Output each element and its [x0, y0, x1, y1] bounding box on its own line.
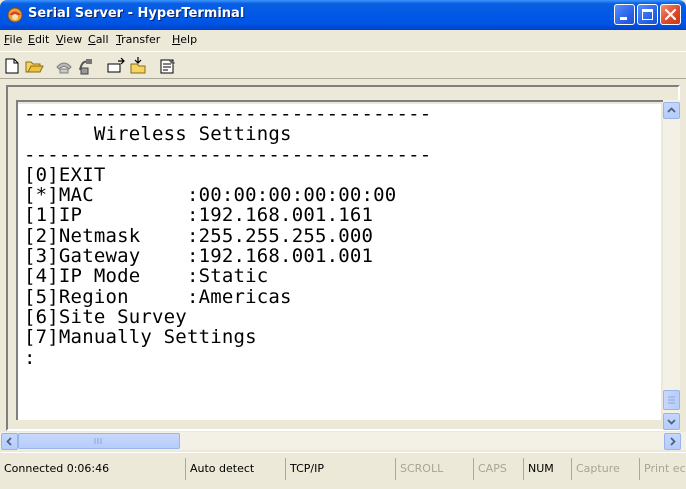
maximize-icon	[642, 9, 653, 20]
terminal-line: -----------------------------------	[24, 143, 432, 166]
receive-button[interactable]	[128, 56, 148, 76]
menu-call-rest: all	[95, 33, 109, 46]
hyperterminal-icon[interactable]	[6, 6, 24, 24]
chevron-left-icon	[6, 437, 12, 446]
menu-call-accel: C	[88, 33, 96, 46]
status-detect: Auto detect	[186, 458, 286, 480]
terminal-line: [*]MAC :00:00:00:00:00:00	[24, 184, 397, 207]
terminal-screen[interactable]: ----------------------------------- Wire…	[18, 104, 661, 420]
terminal-line: -----------------------------------	[24, 104, 432, 125]
window-title: Serial Server - HyperTerminal	[28, 6, 245, 21]
send-icon	[107, 57, 125, 73]
terminal-line: [2]Netmask :255.255.255.000	[24, 224, 374, 247]
open-button[interactable]	[24, 56, 44, 76]
menu-help[interactable]: Help	[172, 33, 197, 46]
properties-button[interactable]	[158, 56, 178, 76]
new-button[interactable]	[2, 56, 22, 76]
menu-transfer-rest: ransfer	[121, 33, 161, 46]
disconnect-button[interactable]	[76, 56, 96, 76]
toolbar	[0, 51, 686, 79]
chevron-up-icon	[667, 107, 676, 113]
horizontal-scroll-thumb[interactable]	[18, 433, 180, 449]
grip-icon	[94, 438, 102, 444]
terminal-line: [1]IP :192.168.001.161	[24, 204, 374, 227]
terminal-border-top	[16, 100, 663, 102]
horizontal-scrollbar[interactable]	[0, 432, 686, 450]
terminal-line: :	[24, 346, 36, 369]
menu-file[interactable]: File	[4, 33, 22, 46]
terminal-text: ----------------------------------- Wire…	[24, 104, 431, 368]
status-bar: Connected 0:06:46 Auto detect TCP/IP SCR…	[0, 452, 686, 489]
vertical-scroll-thumb[interactable]	[663, 390, 680, 410]
terminal-line: [3]Gateway :192.168.001.001	[24, 245, 374, 268]
menu-help-rest: elp	[180, 33, 198, 46]
status-scroll: SCROLL	[396, 458, 474, 480]
status-connected: Connected 0:06:46	[0, 458, 186, 480]
status-capture: Capture	[572, 458, 640, 480]
scroll-left-button[interactable]	[1, 433, 18, 450]
menu-edit-accel: E	[28, 33, 35, 46]
status-print-echo: Print echo	[644, 462, 686, 475]
title-bar[interactable]: Serial Server - HyperTerminal	[0, 0, 686, 30]
close-icon	[664, 8, 677, 21]
connect-icon	[56, 62, 72, 74]
close-button[interactable]	[660, 4, 681, 25]
menu-edit[interactable]: Edit	[28, 33, 49, 46]
menu-call[interactable]: Call	[88, 33, 109, 46]
terminal-line: [4]IP Mode :Static	[24, 265, 269, 288]
status-protocol: TCP/IP	[286, 458, 396, 480]
menu-file-rest: ile	[9, 33, 23, 46]
scroll-down-button[interactable]	[663, 413, 680, 430]
status-caps: CAPS	[474, 458, 524, 480]
open-icon	[25, 61, 44, 73]
terminal-line: [5]Region :Americas	[24, 285, 292, 308]
menu-view[interactable]: View	[56, 33, 82, 46]
minimize-icon	[620, 17, 627, 20]
vertical-scrollbar[interactable]	[663, 100, 680, 430]
grip-icon	[668, 396, 675, 404]
terminal-line: [6]Site Survey	[24, 305, 187, 328]
menu-edit-rest: dit	[34, 33, 50, 46]
scroll-right-button[interactable]	[664, 433, 681, 450]
minimize-button[interactable]	[614, 4, 635, 25]
terminal-line: [7]Manually Settings	[24, 326, 257, 349]
properties-icon	[160, 59, 175, 74]
receive-icon	[130, 57, 146, 74]
status-num: NUM	[524, 458, 572, 480]
disconnect-icon	[79, 59, 92, 75]
menu-transfer[interactable]: Transfer	[116, 33, 160, 46]
maximize-button[interactable]	[637, 4, 658, 25]
connect-button[interactable]	[54, 56, 74, 76]
terminal-line: [0]EXIT	[24, 163, 106, 186]
chevron-right-icon	[670, 437, 676, 446]
menu-view-rest: iew	[63, 33, 83, 46]
terminal-line: Wireless Settings	[24, 123, 292, 146]
menu-bar: File Edit View Call Transfer Help	[0, 30, 686, 51]
hyperterminal-window: Serial Server - HyperTerminal File Edit …	[0, 0, 686, 489]
new-icon	[5, 58, 19, 74]
send-button[interactable]	[106, 56, 126, 76]
chevron-down-icon	[667, 419, 676, 425]
scroll-up-button[interactable]	[663, 102, 680, 119]
